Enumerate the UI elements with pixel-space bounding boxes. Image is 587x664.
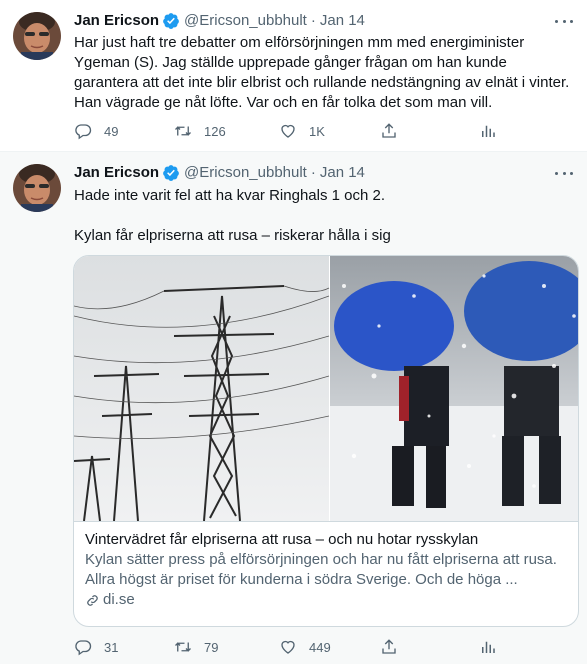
card-body: Vintervädret får elpriserna att rusa – o…	[74, 521, 578, 626]
separator: ·	[310, 164, 316, 181]
like-button[interactable]: 1K	[279, 122, 325, 140]
share-icon	[382, 639, 396, 654]
tweet-text: Har just haft tre debatter om elförsörjn…	[74, 34, 570, 111]
card-image	[74, 256, 578, 522]
tweet-header: Jan Ericson @Ericson_ubbhult · Jan 14	[74, 11, 365, 31]
tweet-date[interactable]: Jan 14	[320, 163, 365, 183]
card-domain: di.se	[85, 590, 569, 610]
tweet[interactable]: Jan Ericson @Ericson_ubbhult · Jan 14 Ha…	[0, 0, 587, 152]
avatar[interactable]	[13, 12, 61, 60]
author-handle[interactable]: @Ericson_ubbhult	[184, 163, 307, 183]
retweet-button[interactable]: 79	[174, 638, 218, 656]
tweet-header: Jan Ericson @Ericson_ubbhult · Jan 14	[74, 163, 365, 183]
author-name[interactable]: Jan Ericson	[74, 11, 159, 31]
retweet-button[interactable]: 126	[174, 122, 226, 140]
analytics-button[interactable]	[479, 122, 497, 140]
verified-badge-icon	[162, 164, 180, 182]
tweet-actions: 49 126 1K	[74, 121, 504, 141]
link-card[interactable]: Vintervädret får elpriserna att rusa – o…	[73, 255, 579, 627]
avatar[interactable]	[13, 164, 61, 212]
tweet[interactable]: Jan Ericson @Ericson_ubbhult · Jan 14 Ha…	[0, 152, 587, 664]
analytics-icon	[482, 641, 495, 653]
reply-button[interactable]: 31	[74, 638, 118, 656]
heart-icon	[281, 124, 295, 138]
more-icon[interactable]	[555, 14, 573, 28]
reply-icon	[75, 124, 92, 140]
analytics-icon	[482, 125, 495, 137]
share-button[interactable]	[380, 638, 398, 656]
like-button[interactable]: 449	[279, 638, 331, 656]
card-domain-text: di.se	[103, 591, 135, 608]
verified-badge-icon	[162, 12, 180, 30]
retweet-count: 126	[204, 123, 226, 139]
reply-button[interactable]: 49	[74, 122, 118, 140]
retweet-count: 79	[204, 639, 219, 655]
card-title: Vintervädret får elpriserna att rusa – o…	[85, 531, 479, 548]
retweet-icon	[175, 642, 191, 652]
tweet-text: Hade inte varit fel att ha kvar Ringhals…	[74, 186, 574, 246]
heart-icon	[281, 640, 295, 654]
tweet-actions: 31 79 449	[74, 637, 504, 657]
reply-count: 31	[104, 639, 119, 655]
share-button[interactable]	[380, 122, 398, 140]
reply-count: 49	[104, 123, 119, 139]
author-handle[interactable]: @Ericson_ubbhult	[184, 11, 307, 31]
tweet-date[interactable]: Jan 14	[320, 11, 365, 31]
more-icon[interactable]	[555, 166, 573, 180]
like-count: 1K	[309, 123, 325, 139]
card-description: Kylan sätter press på elförsörjningen oc…	[85, 551, 557, 588]
share-icon	[382, 123, 396, 138]
link-icon	[87, 594, 98, 606]
reply-icon	[75, 640, 92, 656]
separator: ·	[310, 12, 316, 29]
author-name[interactable]: Jan Ericson	[74, 163, 159, 183]
tweet-text-line: Hade inte varit fel att ha kvar Ringhals…	[74, 187, 386, 204]
retweet-icon	[175, 126, 191, 136]
analytics-button[interactable]	[479, 638, 497, 656]
like-count: 449	[309, 639, 331, 655]
tweet-text-line: Kylan får elpriserna att rusa – riskerar…	[74, 227, 391, 244]
